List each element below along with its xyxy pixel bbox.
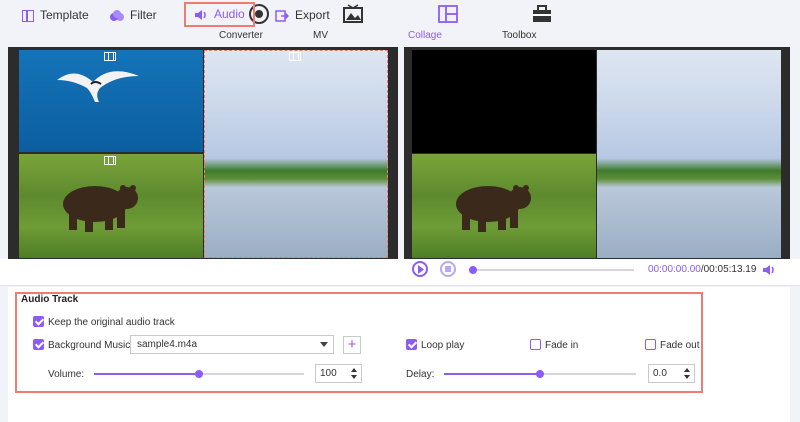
volume-input[interactable]: 100 <box>315 364 362 383</box>
mv-icon <box>343 4 363 23</box>
keep-original-checkbox[interactable] <box>33 316 44 327</box>
preview-cell-lake <box>597 50 781 258</box>
bear-image <box>63 185 138 232</box>
bear-image <box>456 185 531 232</box>
current-time: 00:00:00.00 <box>648 264 701 275</box>
preview-cell-bear <box>412 154 596 258</box>
time-display: 00:00:00.00/00:05:13.19 <box>648 264 756 275</box>
volume-value: 100 <box>320 368 337 379</box>
delay-slider-fill <box>444 373 540 375</box>
fade-out-label: Fade out <box>660 340 700 351</box>
volume-slider-handle[interactable] <box>195 370 203 378</box>
play-icon <box>418 265 424 274</box>
fade-in-label: Fade in <box>545 340 579 351</box>
filter-icon <box>110 9 124 21</box>
tab-export[interactable]: Export <box>275 5 330 25</box>
tab-template[interactable]: Template <box>22 5 89 25</box>
nav-toolbox-label: Toolbox <box>502 30 537 41</box>
loop-play-checkbox[interactable] <box>406 339 417 350</box>
nav-converter-label: Converter <box>219 30 263 41</box>
volume-label: Volume: <box>48 369 85 380</box>
background-music-checkbox[interactable] <box>33 339 44 350</box>
plus-icon: + <box>347 336 357 353</box>
play-button[interactable] <box>412 261 428 277</box>
template-icon <box>22 9 34 22</box>
decrement-arrow-icon[interactable] <box>351 375 357 379</box>
collage-icon <box>438 5 458 23</box>
volume-slider[interactable] <box>94 370 304 378</box>
tab-filter[interactable]: Filter <box>110 5 157 25</box>
toolbox-icon <box>533 5 551 22</box>
preview-cell-empty <box>412 50 596 153</box>
background-music-label: Background Music <box>48 340 131 351</box>
video-clip-icon <box>289 52 301 61</box>
volume-icon[interactable] <box>762 264 776 276</box>
progress-handle[interactable] <box>469 266 477 274</box>
total-time: /00:05:13.19 <box>700 264 757 275</box>
collage-cell-bear[interactable] <box>19 154 203 258</box>
stop-icon <box>445 266 451 272</box>
decrement-arrow-icon[interactable] <box>684 375 690 379</box>
music-file-select[interactable]: sample4.m4a <box>130 335 334 354</box>
increment-arrow-icon[interactable] <box>684 368 690 372</box>
export-icon <box>275 10 289 22</box>
delay-label: Delay: <box>406 369 435 380</box>
collage-cell-lake-selected[interactable] <box>204 50 388 258</box>
playback-progress[interactable] <box>469 266 634 274</box>
add-music-button[interactable]: + <box>343 336 361 354</box>
increment-arrow-icon[interactable] <box>351 368 357 372</box>
stop-button[interactable] <box>440 261 456 277</box>
keep-original-label: Keep the original audio track <box>48 317 175 328</box>
tab-audio-label: Audio <box>214 7 245 21</box>
fade-in-checkbox[interactable] <box>530 339 541 350</box>
collage-cell-bird[interactable] <box>19 50 203 152</box>
fade-out-checkbox[interactable] <box>645 339 656 350</box>
nav-collage[interactable]: Collage <box>408 3 488 41</box>
video-clip-icon <box>104 156 116 165</box>
bird-image <box>57 71 139 102</box>
volume-slider-fill <box>94 373 199 375</box>
nav-collage-label: Collage <box>408 30 442 41</box>
nav-mv-label: MV <box>313 30 328 41</box>
delay-slider-handle[interactable] <box>536 370 544 378</box>
tab-audio[interactable]: Audio <box>184 2 255 27</box>
tab-template-label: Template <box>40 8 89 22</box>
delay-input[interactable]: 0.0 <box>648 364 695 383</box>
chevron-down-icon <box>320 342 328 347</box>
music-file-value: sample4.m4a <box>137 339 198 350</box>
collage-output-preview <box>404 47 790 259</box>
audio-track-title: Audio Track <box>21 294 79 305</box>
nav-toolbox[interactable]: Toolbox <box>502 3 582 41</box>
tab-filter-label: Filter <box>130 8 157 22</box>
delay-slider[interactable] <box>444 370 636 378</box>
delay-value: 0.0 <box>653 368 667 379</box>
speaker-icon <box>195 9 206 20</box>
loop-play-label: Loop play <box>421 340 465 351</box>
tab-export-label: Export <box>295 8 330 22</box>
collage-edit-preview <box>8 47 398 259</box>
